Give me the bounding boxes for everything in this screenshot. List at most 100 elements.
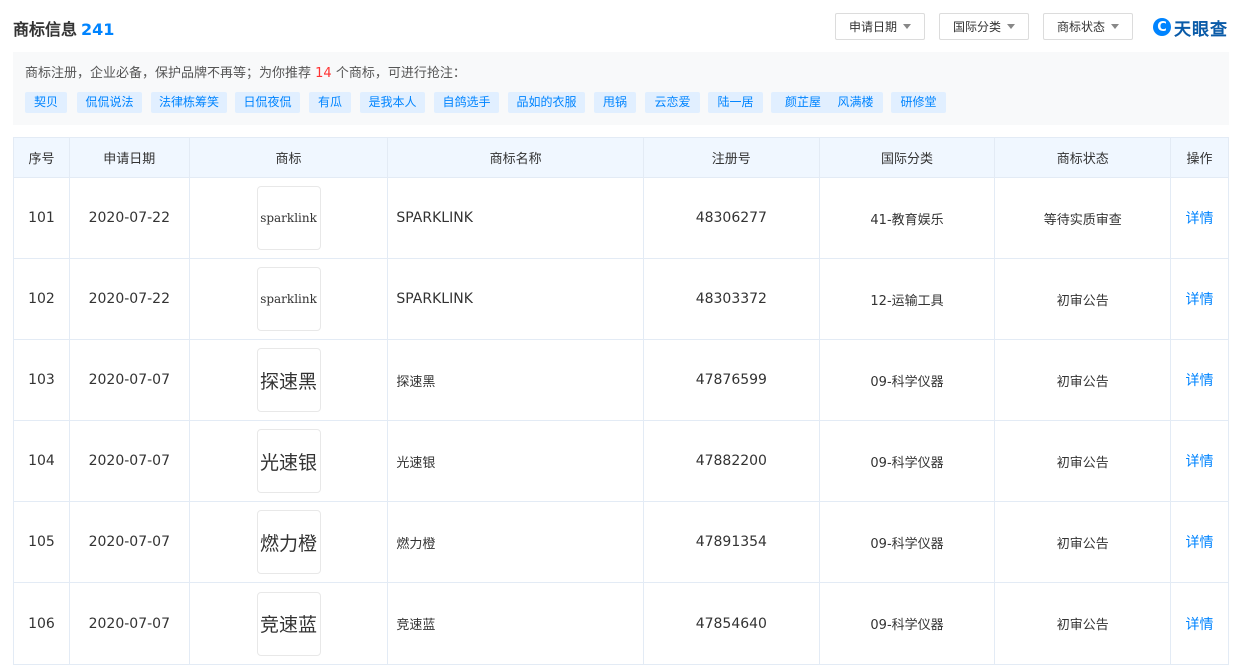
cell-status: 初审公告 [995, 340, 1172, 420]
col-header-name: 商标名称 [388, 138, 644, 177]
tag-item[interactable]: 侃侃说法 [77, 92, 142, 113]
tag-item[interactable]: 法律栋筹笑 [151, 92, 227, 113]
col-header-class: 国际分类 [820, 138, 996, 177]
cell-name: SPARKLINK [388, 178, 644, 258]
caret-down-icon [1007, 24, 1015, 29]
col-header-date: 申请日期 [70, 138, 190, 177]
cell-action: 详情 [1171, 583, 1228, 664]
cell-status: 初审公告 [995, 583, 1172, 664]
table-row: 104 2020-07-07 光速银 光速银 47882200 09-科学仪器 … [14, 421, 1228, 502]
cell-no: 102 [14, 259, 70, 339]
cell-reg: 48306277 [644, 178, 820, 258]
title-count: 241 [81, 20, 115, 39]
cell-mark: 竞速蓝 [190, 583, 389, 664]
cell-reg: 47854640 [644, 583, 820, 664]
cell-status: 初审公告 [995, 421, 1172, 501]
detail-link[interactable]: 详情 [1186, 208, 1214, 228]
filter-status[interactable]: 商标状态 [1043, 13, 1133, 40]
trademark-image[interactable]: 探速黑 [256, 348, 321, 412]
tag-item[interactable]: 云恋爱 [645, 92, 700, 113]
tag-item[interactable]: 研修堂 [891, 92, 946, 113]
cell-reg: 47876599 [644, 340, 820, 420]
table-row: 105 2020-07-07 燃力橙 燃力橙 47891354 09-科学仪器 … [14, 502, 1228, 583]
cell-action: 详情 [1171, 340, 1228, 420]
cell-mark: 探速黑 [190, 340, 389, 420]
tag-item[interactable]: 品如的衣服 [508, 92, 585, 113]
table-row: 106 2020-07-07 竞速蓝 竞速蓝 47854640 09-科学仪器 … [14, 583, 1228, 664]
cell-class: 09-科学仪器 [820, 583, 996, 664]
cell-reg: 47882200 [644, 421, 820, 501]
cell-class: 41-教育娱乐 [820, 178, 996, 258]
filter-apply-date[interactable]: 申请日期 [835, 13, 925, 40]
tag-item[interactable]: 颜芷屋 [771, 92, 835, 113]
tianyancha-logo: C 天眼查 [1153, 16, 1228, 40]
cell-mark: 光速银 [190, 421, 389, 501]
recommend-text-after: 个商标，可进行抢注： [331, 66, 466, 81]
tag-item[interactable]: 甩锅 [594, 92, 636, 113]
cell-reg: 48303372 [644, 259, 820, 339]
table-header-row: 序号 申请日期 商标 商标名称 注册号 国际分类 商标状态 操作 [14, 138, 1228, 178]
cell-no: 103 [14, 340, 70, 420]
trademark-image[interactable]: 燃力橙 [256, 510, 321, 574]
cell-mark: 燃力橙 [190, 502, 389, 582]
cell-reg: 47891354 [644, 502, 820, 582]
trademark-image[interactable]: 竞速蓝 [256, 591, 321, 656]
detail-link[interactable]: 详情 [1186, 370, 1214, 390]
detail-link[interactable]: 详情 [1186, 614, 1214, 634]
col-header-mark: 商标 [190, 138, 389, 177]
cell-name: 探速黑 [388, 340, 644, 420]
trademark-image[interactable]: sparklink [256, 267, 321, 331]
section-header: 商标信息 241 申请日期 国际分类 商标状态 C 天眼查 [13, 12, 1229, 44]
table-row: 101 2020-07-22 sparklink SPARKLINK 48306… [14, 178, 1228, 259]
cell-action: 详情 [1171, 178, 1228, 258]
tag-item[interactable]: 日侃夜侃 [235, 92, 300, 113]
table-row: 103 2020-07-07 探速黑 探速黑 47876599 09-科学仪器 … [14, 340, 1228, 421]
detail-link[interactable]: 详情 [1186, 451, 1214, 471]
cell-no: 105 [14, 502, 70, 582]
cell-no: 106 [14, 583, 70, 664]
cell-no: 101 [14, 178, 70, 258]
cell-name: SPARKLINK [388, 259, 644, 339]
cell-mark: sparklink [190, 178, 389, 258]
section-title: 商标信息 241 [13, 16, 114, 40]
tag-item[interactable]: 陆一居 [708, 92, 763, 113]
recommend-panel: 商标注册，企业必备，保护品牌不再等；为你推荐 14 个商标，可进行抢注： 契贝 … [13, 52, 1229, 125]
logo-text: 天眼查 [1174, 19, 1228, 40]
trademark-image[interactable]: sparklink [256, 186, 321, 250]
col-header-reg: 注册号 [644, 138, 820, 177]
cell-class: 09-科学仪器 [820, 340, 996, 420]
cell-date: 2020-07-07 [70, 583, 190, 664]
table-row: 102 2020-07-22 sparklink SPARKLINK 48303… [14, 259, 1228, 340]
cell-action: 详情 [1171, 502, 1228, 582]
title-text: 商标信息 [13, 20, 78, 39]
detail-link[interactable]: 详情 [1186, 532, 1214, 552]
col-header-status: 商标状态 [995, 138, 1172, 177]
tag-item[interactable]: 有瓜 [309, 92, 351, 113]
tag-item[interactable]: 契贝 [25, 92, 67, 113]
caret-down-icon [1111, 24, 1119, 29]
filter-intl-class-label: 国际分类 [952, 20, 1001, 34]
cell-class: 09-科学仪器 [820, 502, 996, 582]
detail-link[interactable]: 详情 [1186, 289, 1214, 309]
cell-date: 2020-07-07 [70, 340, 190, 420]
cell-name: 光速银 [388, 421, 644, 501]
filter-apply-date-label: 申请日期 [848, 20, 897, 34]
filter-intl-class[interactable]: 国际分类 [939, 13, 1029, 40]
cell-class: 12-运输工具 [820, 259, 996, 339]
cell-class: 09-科学仪器 [820, 421, 996, 501]
trademark-table: 序号 申请日期 商标 商标名称 注册号 国际分类 商标状态 操作 101 202… [13, 137, 1229, 665]
tag-item[interactable]: 风满楼 [828, 92, 883, 113]
tag-item[interactable]: 是我本人 [360, 92, 425, 113]
cell-no: 104 [14, 421, 70, 501]
col-header-action: 操作 [1186, 152, 1213, 167]
col-header-no: 序号 [14, 138, 70, 177]
cell-status: 等待实质审查 [995, 178, 1172, 258]
cell-name: 燃力橙 [388, 502, 644, 582]
cell-mark: sparklink [190, 259, 389, 339]
trademark-image[interactable]: 光速银 [256, 429, 321, 493]
tag-item[interactable]: 自鸽选手 [434, 92, 499, 113]
cell-status: 初审公告 [995, 502, 1172, 582]
cell-date: 2020-07-22 [70, 259, 190, 339]
cell-action: 详情 [1171, 259, 1228, 339]
cell-status: 初审公告 [995, 259, 1172, 339]
